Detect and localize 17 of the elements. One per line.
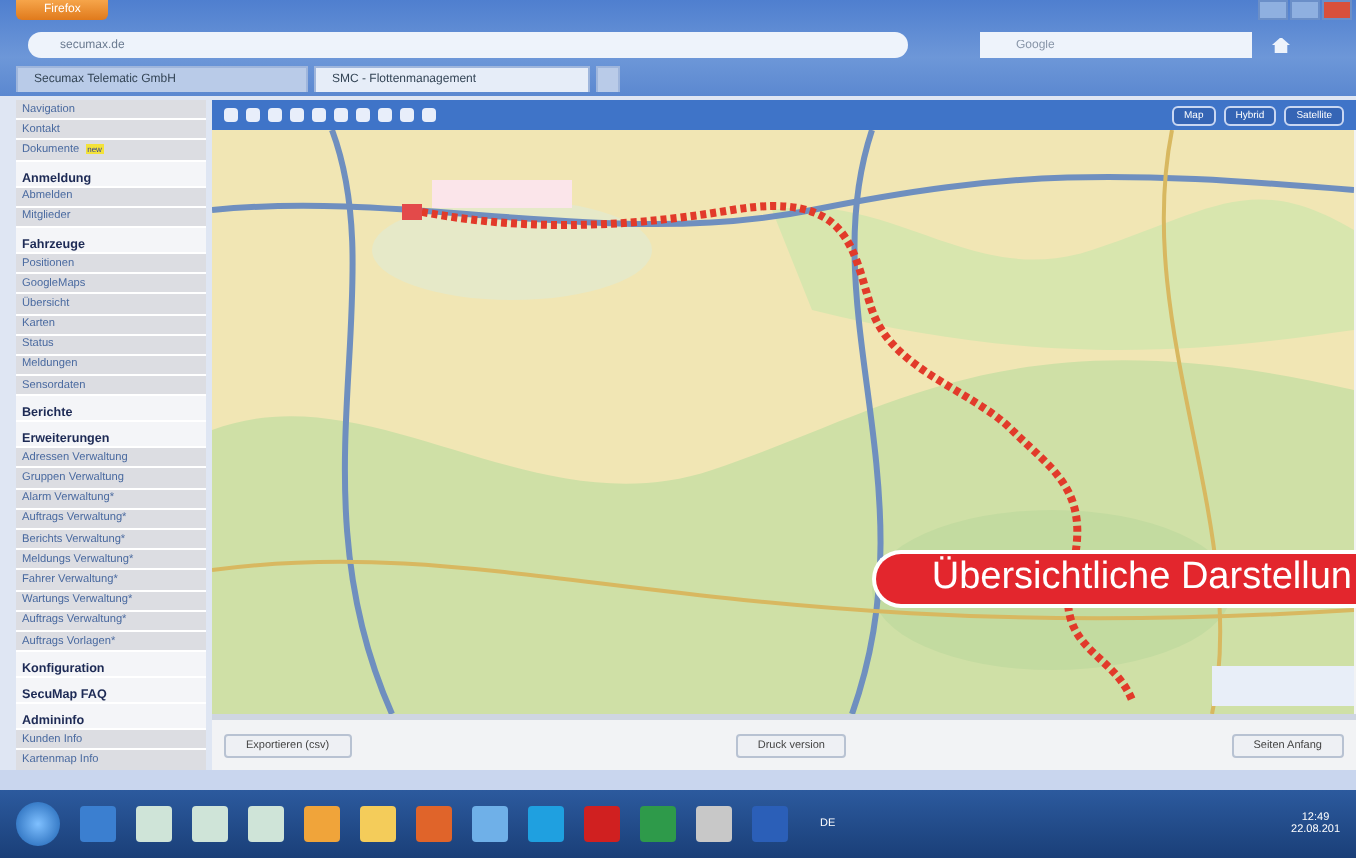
app-icon[interactable] xyxy=(696,806,732,842)
app-icon[interactable] xyxy=(472,806,508,842)
app-icon[interactable] xyxy=(304,806,340,842)
app-icon[interactable] xyxy=(136,806,172,842)
new-tab-button[interactable] xyxy=(596,66,620,92)
app-icon[interactable] xyxy=(528,806,564,842)
app-icon[interactable] xyxy=(248,806,284,842)
app-icon[interactable] xyxy=(192,806,228,842)
app-icon[interactable] xyxy=(640,806,676,842)
app-icon[interactable] xyxy=(360,806,396,842)
banner: Übersichtliche Darstellun xyxy=(871,550,1356,608)
app-icon[interactable] xyxy=(80,806,116,842)
app-icon[interactable] xyxy=(584,806,620,842)
app-icon[interactable] xyxy=(752,806,788,842)
window-controls[interactable] xyxy=(1258,0,1352,20)
app-icon[interactable] xyxy=(416,806,452,842)
start-icon[interactable] xyxy=(16,802,60,846)
